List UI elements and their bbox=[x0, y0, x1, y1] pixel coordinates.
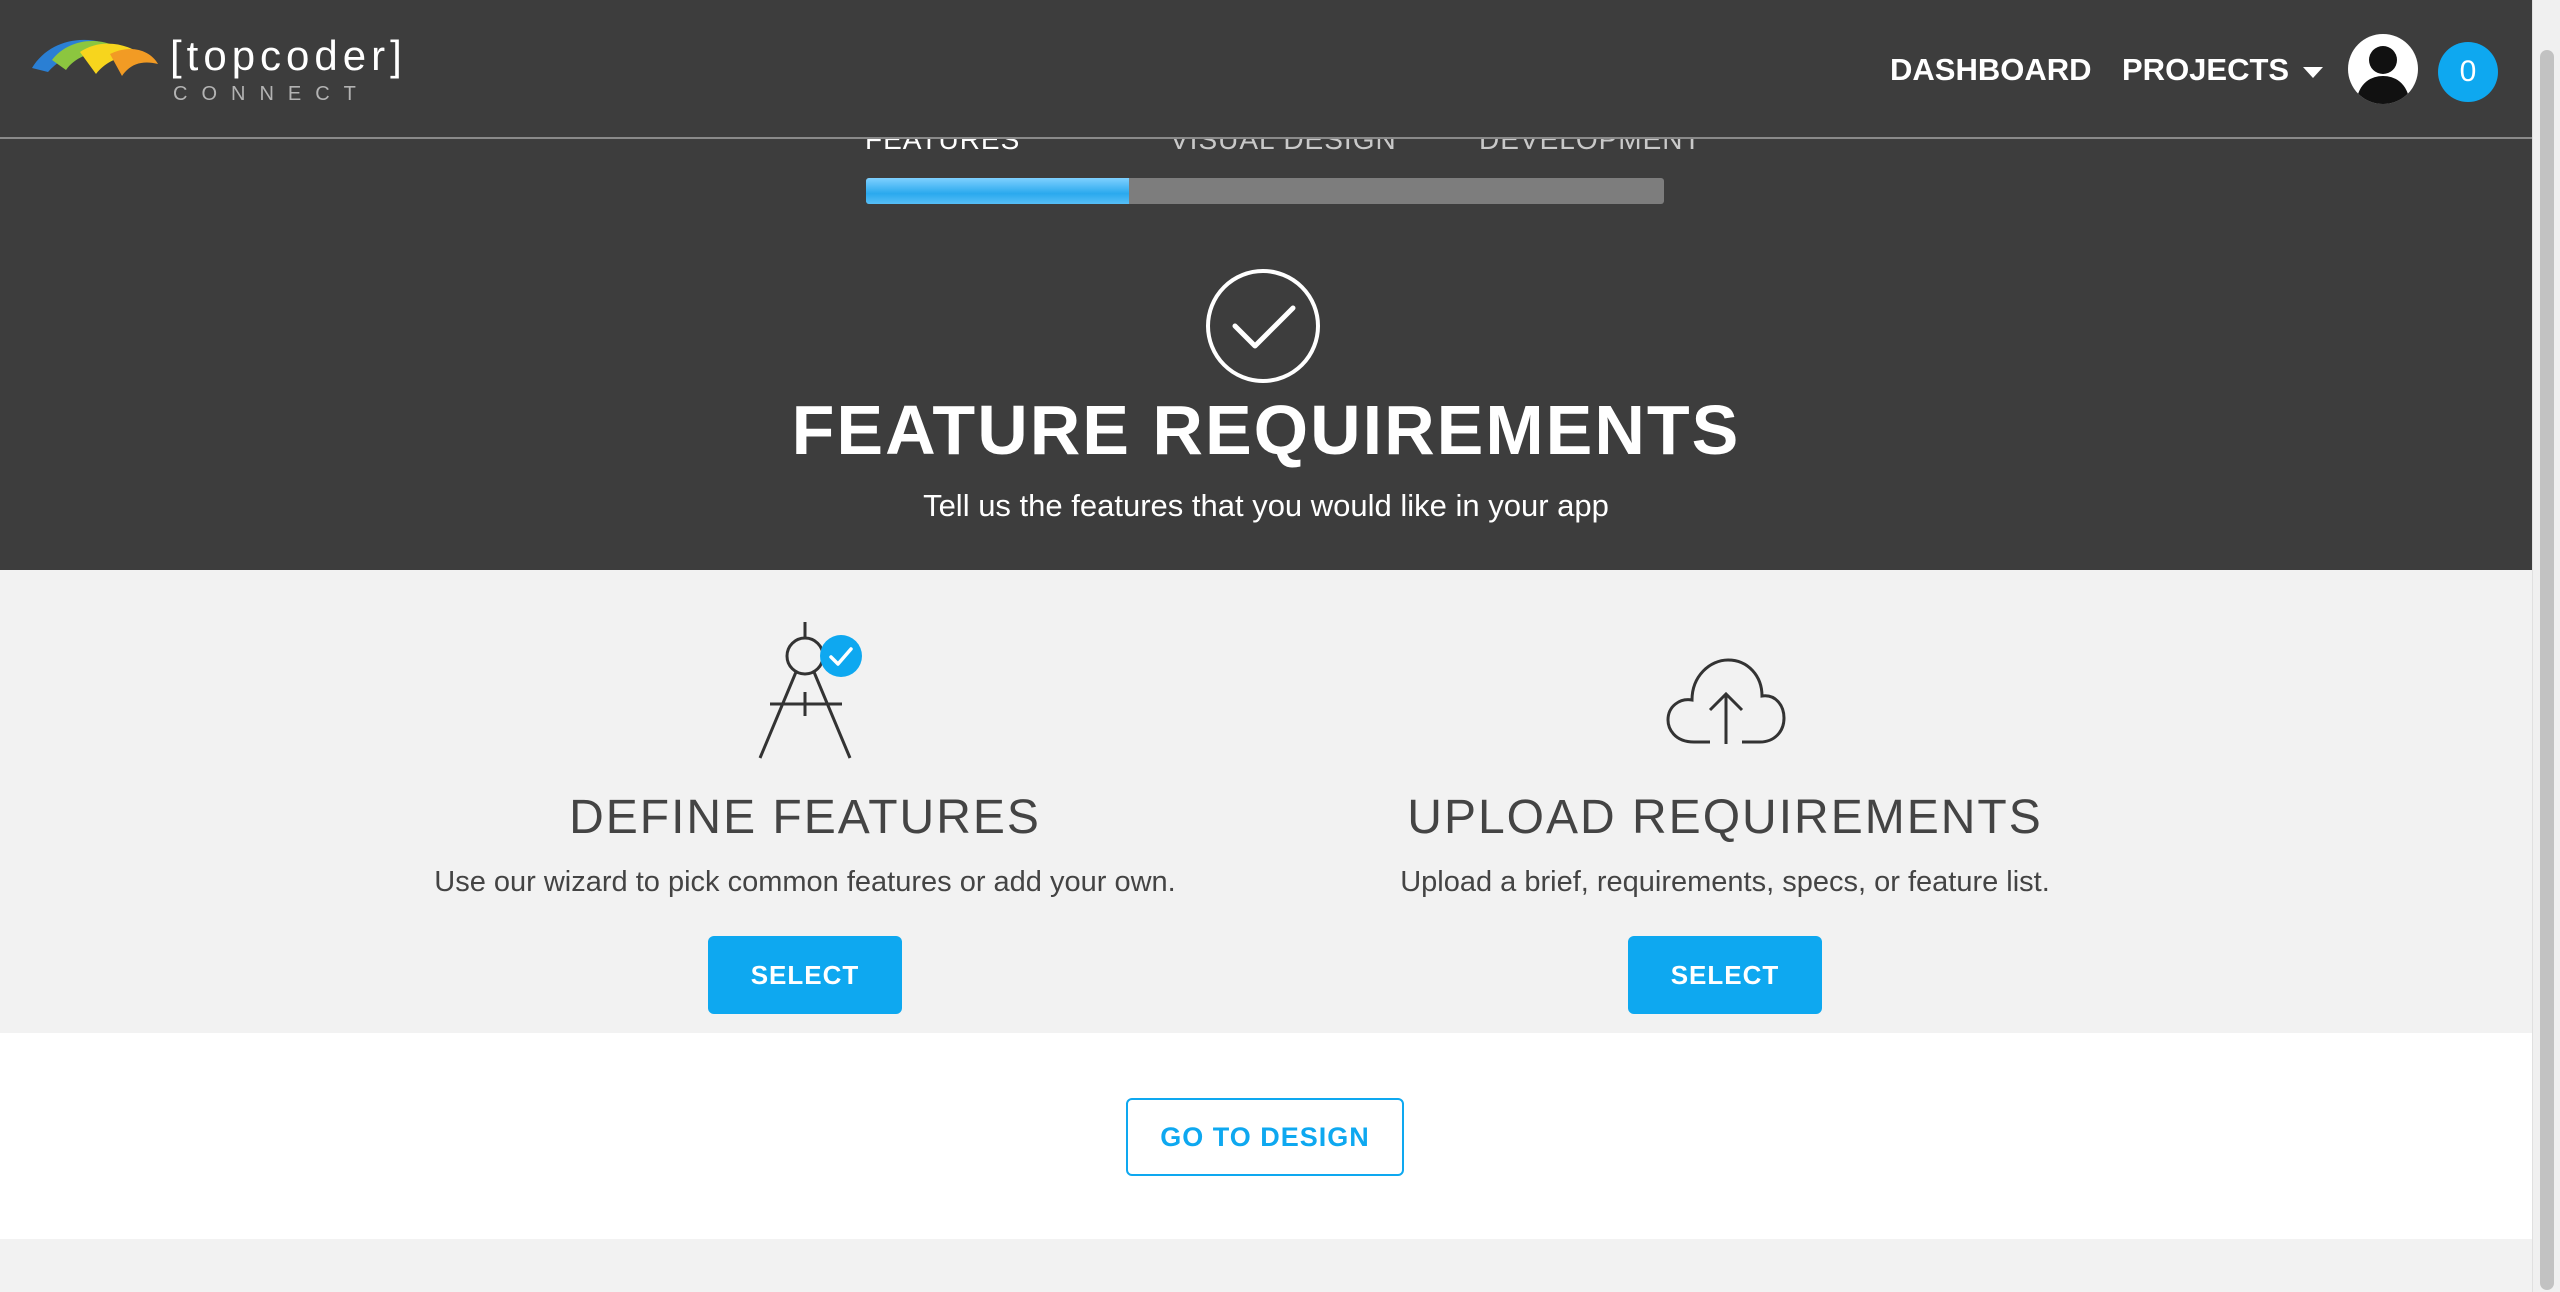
top-nav-bar: [topcoder] CONNECT DASHBOARD PROJECTS 0 bbox=[0, 0, 2532, 139]
select-define-features-button[interactable]: SELECT bbox=[708, 936, 902, 1014]
user-avatar[interactable] bbox=[2348, 34, 2418, 104]
wizard-progress-fill bbox=[866, 178, 1130, 204]
brand-name: [topcoder] bbox=[170, 32, 407, 79]
nav-dashboard-link[interactable]: DASHBOARD bbox=[1890, 52, 2092, 88]
options-section: DEFINE FEATURES Use our wizard to pick c… bbox=[0, 570, 2532, 1033]
scrollbar-thumb[interactable] bbox=[2540, 50, 2554, 1290]
chevron-down-icon bbox=[2303, 66, 2324, 78]
go-to-design-button[interactable]: GO TO DESIGN bbox=[1126, 1098, 1404, 1176]
option-description: Use our wizard to pick common features o… bbox=[434, 866, 1176, 898]
topcoder-logo-icon[interactable] bbox=[30, 30, 160, 82]
compass-icon bbox=[758, 622, 862, 759]
select-upload-requirements-button[interactable]: SELECT bbox=[1628, 936, 1822, 1014]
footer-actions: GO TO DESIGN bbox=[0, 1033, 2532, 1239]
option-title: UPLOAD REQUIREMENTS bbox=[1407, 791, 2043, 844]
page-subtitle: Tell us the features that you would like… bbox=[923, 488, 1609, 523]
vertical-scrollbar[interactable] bbox=[2532, 0, 2560, 1292]
cloud-upload-icon bbox=[1666, 658, 1786, 744]
page-bottom bbox=[0, 1239, 2532, 1292]
page-title: FEATURE REQUIREMENTS bbox=[791, 391, 1741, 469]
notification-badge[interactable]: 0 bbox=[2438, 42, 2498, 102]
wizard-progress-bar bbox=[866, 178, 1664, 204]
option-define-features: DEFINE FEATURES Use our wizard to pick c… bbox=[345, 570, 1265, 1033]
nav-projects-label: PROJECTS bbox=[2122, 52, 2290, 87]
user-silhouette-icon bbox=[2356, 46, 2410, 104]
check-circle-icon bbox=[1206, 269, 1320, 383]
nav-projects-dropdown[interactable]: PROJECTS bbox=[2122, 52, 2324, 88]
brand-subtitle: CONNECT bbox=[173, 83, 370, 105]
option-upload-requirements: UPLOAD REQUIREMENTS Upload a brief, requ… bbox=[1265, 570, 2185, 1033]
option-title: DEFINE FEATURES bbox=[569, 791, 1041, 844]
option-description: Upload a brief, requirements, specs, or … bbox=[1400, 866, 2050, 898]
